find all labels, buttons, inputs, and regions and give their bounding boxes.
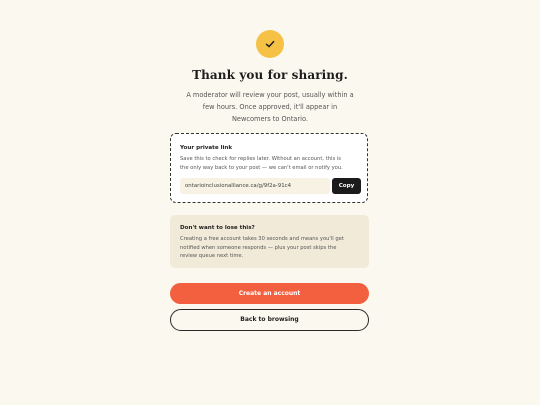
description-line: Save this to check for replies later. Wi… <box>180 156 341 162</box>
private-link-heading: Your private link <box>180 145 233 151</box>
description-line: notified when someone responds — plus yo… <box>180 244 337 251</box>
subtitle-line: A moderator will review your post, usual… <box>186 91 354 99</box>
description-line: Creating a free account takes 30 seconds… <box>180 236 344 242</box>
private-link-url-field[interactable]: ontarioinclusionalliance.ca/g/9f2a-91c4 <box>180 178 330 194</box>
page-title: Thank you for sharing. <box>192 68 348 82</box>
back-to-browsing-button[interactable]: Back to browsing <box>170 309 369 331</box>
success-badge <box>256 30 284 58</box>
private-link-card: Your private link Save this to check for… <box>170 133 368 203</box>
account-prompt-description: Creating a free account takes 30 seconds… <box>180 235 362 261</box>
check-icon <box>264 38 276 50</box>
subtitle-line: Newcomers to Ontario. <box>231 115 309 123</box>
subtitle-line: few hours. Once approved, it'll appear i… <box>202 103 338 111</box>
page-subtitle: A moderator will review your post, usual… <box>178 89 362 125</box>
create-account-button[interactable]: Create an account <box>170 283 369 304</box>
description-line: the only way back to your post — we can'… <box>180 164 343 171</box>
account-prompt-heading: Don't want to lose this? <box>180 225 255 231</box>
copy-button[interactable]: Copy <box>332 178 361 194</box>
account-prompt-card: Don't want to lose this? Creating a free… <box>170 215 369 268</box>
description-line: review queue next time. <box>180 253 244 260</box>
private-link-description: Save this to check for replies later. Wi… <box>180 155 360 172</box>
